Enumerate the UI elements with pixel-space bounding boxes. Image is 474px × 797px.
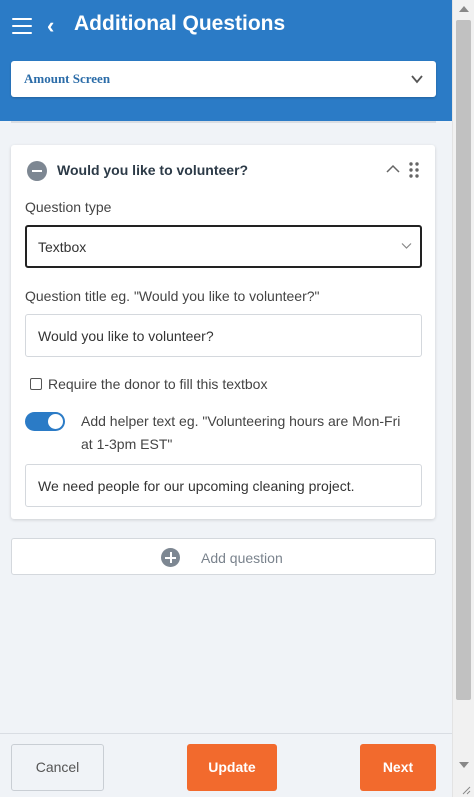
toggle-knob: [48, 414, 63, 429]
helper-text-input[interactable]: We need people for our upcoming cleaning…: [25, 464, 422, 507]
question-title-input[interactable]: Would you like to volunteer?: [25, 314, 422, 357]
chevron-down-icon: [401, 243, 412, 249]
helper-text-value: We need people for our upcoming cleaning…: [38, 478, 355, 494]
screen-select-value: Amount Screen: [24, 71, 111, 86]
chevron-left-icon[interactable]: ‹: [47, 13, 54, 39]
cancel-button[interactable]: Cancel: [11, 744, 104, 791]
chevron-up-icon[interactable]: [386, 164, 400, 174]
question-card-title: Would you like to volunteer?: [57, 162, 249, 178]
add-question-label: Add question: [201, 550, 283, 566]
question-title-label: Question title eg. "Would you like to vo…: [25, 288, 320, 304]
question-type-value: Textbox: [38, 239, 87, 255]
hamburger-menu-icon[interactable]: [12, 18, 32, 34]
next-button[interactable]: Next: [360, 744, 436, 791]
drag-handle-icon[interactable]: [409, 162, 419, 178]
add-question-button[interactable]: Add question: [11, 538, 436, 575]
chevron-down-icon: [411, 75, 423, 84]
question-type-label: Question type: [25, 199, 112, 215]
helper-text-label-line1: Add helper text eg. "Volunteering hours …: [81, 413, 401, 429]
page-title: Additional Questions: [74, 12, 286, 35]
require-checkbox[interactable]: [30, 378, 42, 390]
scroll-up-arrow-icon[interactable]: [459, 6, 469, 12]
divider: [11, 121, 436, 123]
require-label: Require the donor to fill this textbox: [48, 376, 268, 392]
scrollbar[interactable]: [452, 0, 474, 797]
helper-text-toggle[interactable]: [25, 412, 65, 431]
resize-grip-icon[interactable]: [460, 784, 471, 795]
scrollbar-thumb[interactable]: [456, 20, 471, 700]
scroll-down-arrow-icon[interactable]: [459, 762, 469, 768]
update-button[interactable]: Update: [187, 744, 277, 791]
screen-select[interactable]: Amount Screen: [11, 61, 436, 97]
helper-text-label-line2: at 1-3pm EST": [81, 436, 173, 452]
question-title-value: Would you like to volunteer?: [38, 328, 214, 344]
minus-circle-icon[interactable]: [27, 161, 47, 181]
question-card: Would you like to volunteer? Question ty…: [11, 145, 435, 519]
footer-bar: Cancel Update Next: [0, 733, 452, 797]
plus-circle-icon: [161, 548, 180, 567]
question-type-select[interactable]: Textbox: [25, 225, 422, 268]
